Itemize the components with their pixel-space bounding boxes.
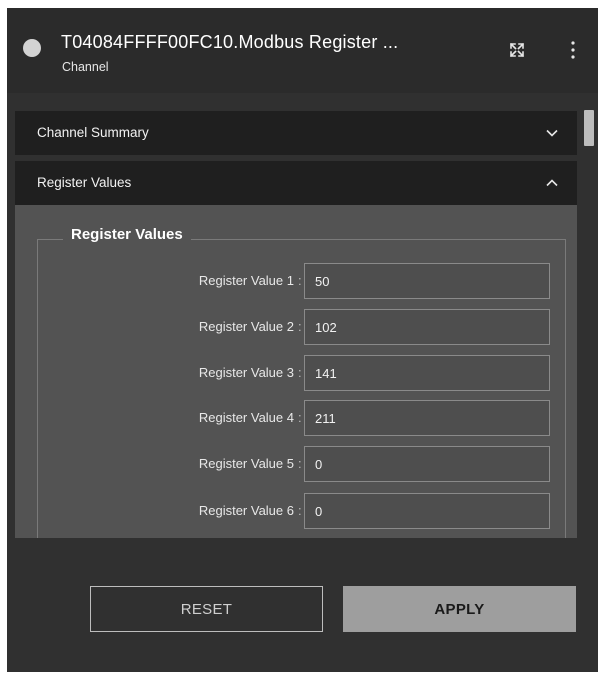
page-subtitle: Channel [62, 60, 109, 74]
accordion-label: Register Values [37, 175, 132, 190]
status-indicator [23, 39, 41, 57]
register-label: Register Value 1 [198, 273, 294, 288]
register-value-3-input[interactable] [304, 355, 550, 391]
register-row: Register Value 3 : [15, 355, 577, 391]
page-title: T04084FFFF00FC10.Modbus Register ... [61, 32, 399, 52]
chevron-down-icon [546, 129, 558, 137]
register-row: Register Value 4 : [15, 400, 577, 436]
register-row: Register Value 6 : [15, 493, 577, 529]
label-separator: : [298, 410, 302, 425]
register-values-content: Register Values Register Value 1 : Regis… [15, 205, 577, 538]
register-row: Register Value 5 : [15, 446, 577, 482]
scrollbar-thumb[interactable] [584, 110, 594, 146]
accordion-channel-summary[interactable]: Channel Summary [15, 111, 577, 155]
group-legend: Register Values [63, 226, 191, 243]
register-value-1-input[interactable] [304, 263, 550, 299]
more-vertical-icon [571, 41, 575, 59]
accordion-label: Channel Summary [37, 125, 149, 140]
scrollbar[interactable] [583, 108, 595, 538]
register-value-4-input[interactable] [304, 400, 550, 436]
register-value-2-input[interactable] [304, 309, 550, 345]
label-separator: : [298, 503, 302, 518]
label-separator: : [298, 365, 302, 380]
label-separator: : [298, 319, 302, 334]
expand-icon [509, 42, 525, 58]
register-label: Register Value 2 [198, 319, 294, 334]
reset-button[interactable]: RESET [90, 586, 323, 632]
register-label: Register Value 6 [198, 503, 294, 518]
register-row: Register Value 1 : [15, 263, 577, 299]
register-label: Register Value 4 [198, 410, 294, 425]
register-row: Register Value 2 : [15, 309, 577, 345]
register-label: Register Value 5 [198, 456, 294, 471]
chevron-up-icon [546, 179, 558, 187]
expand-button[interactable] [504, 36, 530, 64]
register-value-5-input[interactable] [304, 446, 550, 482]
label-separator: : [298, 273, 302, 288]
panel-header: T04084FFFF00FC10.Modbus Register ... Cha… [7, 8, 598, 93]
accordion-register-values[interactable]: Register Values [15, 161, 577, 205]
panel-scroll-area: Channel Summary Register Values Register… [7, 108, 598, 538]
register-value-6-input[interactable] [304, 493, 550, 529]
more-options-button[interactable] [560, 36, 586, 64]
apply-button[interactable]: APPLY [343, 586, 576, 632]
label-separator: : [298, 456, 302, 471]
register-label: Register Value 3 [198, 365, 294, 380]
channel-panel: T04084FFFF00FC10.Modbus Register ... Cha… [7, 8, 598, 672]
